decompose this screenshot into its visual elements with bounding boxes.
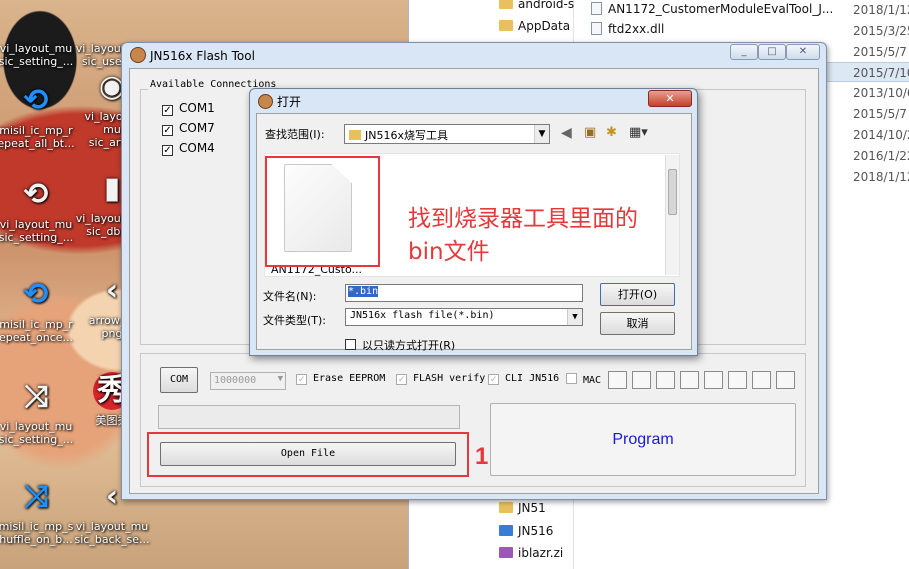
checkbox[interactable]: ✓ [162,105,173,116]
desktop-icon-9[interactable]: ⤨ vi_layout_mu sic_setting_... [0,378,78,446]
highlight-file [265,156,380,267]
repeat-once-icon: ⟲ [23,277,49,312]
filename-label: 文件名(N): [263,290,317,303]
folder-icon [499,20,513,31]
look-in-select[interactable]: JN516x烧写工具 ▼ [344,124,550,144]
new-folder-icon[interactable]: ✱ [606,125,617,140]
checkbox[interactable]: ✓ [488,374,499,385]
filename-input[interactable]: *.bin [345,284,583,302]
desktop-icon-1[interactable]: vi_layout_mu sic_setting_... [0,0,78,68]
checkbox[interactable]: ✓ [162,145,173,156]
app-icon [499,525,513,536]
tree-item[interactable]: android-s [499,0,574,11]
dialog-title: 打开 [258,93,301,110]
mac-option[interactable]: MAC [566,373,601,386]
tree-item[interactable]: iblazr.zi [499,546,563,560]
folder-icon [499,0,513,9]
look-in-label: 查找范围(I): [265,128,325,141]
filetype-label: 文件类型(T): [263,314,327,327]
repeat-icon: ⟲ [23,177,49,212]
scrollbar[interactable] [665,155,679,275]
checkbox[interactable]: ✓ [396,374,407,385]
chevron-down-icon: ▼ [534,125,549,143]
repeat-icon: ⟲ [23,83,49,118]
mac-byte-field[interactable] [680,371,699,389]
file-icon [17,0,55,38]
program-button[interactable]: Program [490,403,796,476]
checkbox[interactable] [345,339,356,350]
filetype-select[interactable]: JN516x flash file(*.bin) ▼ [345,308,583,326]
desktop-icon-11[interactable]: ⤨ misil_ic_mp_s huffle_on_b... [0,478,78,546]
highlight-open-file [147,432,469,477]
com-button[interactable]: COM [160,367,198,393]
date-cell: 2013/10/6 [853,86,909,100]
tree-item[interactable]: JN516 [499,524,553,538]
view-menu-icon[interactable]: ▦▾ [629,125,648,140]
open-button[interactable]: 打开(O) [600,283,675,306]
step-number-annotation: 1 [475,443,489,470]
tree-item[interactable]: JN51 [499,501,546,515]
cli-option[interactable]: ✓ CLI JN516 [488,373,559,385]
baud-select[interactable]: 1000000 ▼ [210,372,286,390]
connection-com7[interactable]: ✓ COM7 [162,121,215,136]
scrollbar-thumb[interactable] [668,169,677,215]
minimize-button[interactable]: _ [730,44,758,60]
mac-byte-field[interactable] [608,371,627,389]
app-icon [258,94,273,109]
chevron-down-icon: ▼ [277,374,283,384]
desktop-icon-7[interactable]: ⟲ misil_ic_mp_r epeat_once... [0,276,78,344]
mac-byte-field[interactable] [632,371,651,389]
file-icon [93,0,131,38]
mac-byte-field[interactable] [752,371,771,389]
flash-verify-option[interactable]: ✓ FLASH verify [396,373,485,385]
up-folder-icon[interactable]: ▣ [584,125,596,140]
shuffle-icon: ⤨ [24,379,48,414]
mac-byte-field[interactable] [656,371,675,389]
dll-icon [591,22,602,35]
date-cell: 2018/1/12 [853,170,909,184]
app-icon [130,47,146,63]
file-icon [591,2,602,15]
readonly-option[interactable]: 以只读方式打开(R) [345,337,455,353]
mac-byte-field[interactable] [776,371,795,389]
date-cell: 2015/5/7 [853,45,907,59]
window-title: JN516x Flash Tool [130,47,255,63]
mac-byte-field[interactable] [728,371,747,389]
date-cell: 2015/3/25 [853,24,909,38]
folder-icon [499,502,513,513]
desktop-icon-3[interactable]: ⟲ misil_ic_mp_r epeat_all_bt... [0,82,78,150]
checkbox[interactable]: ✓ [296,374,307,385]
connection-com4[interactable]: ✓ COM4 [162,141,215,156]
date-cell: 2015/5/7 [853,107,907,121]
archive-icon [499,547,513,558]
desktop-icon-5[interactable]: ⟲ vi_layout_mu sic_setting_... [0,176,78,244]
tree-item[interactable]: AppData [499,19,570,33]
progress-bar [158,405,460,429]
cancel-button[interactable]: 取消 [600,312,675,335]
shuffle-icon: ⤨ [24,479,48,514]
back-icon[interactable]: ◀ [561,125,572,141]
folder-icon [349,130,361,140]
date-cell: 2014/10/2 [853,128,909,142]
hint-annotation: 找到烧录器工具里面的 bin文件 [408,206,638,265]
mac-byte-field[interactable] [704,371,723,389]
connection-com1[interactable]: ✓ COM1 [162,101,215,116]
date-cell: 2015/7/10 [853,66,909,80]
maximize-button[interactable]: □ [758,44,786,60]
close-button[interactable]: ✕ [786,44,820,60]
date-cell: 2018/1/12 [853,3,909,17]
date-cell: 2016/1/22 [853,149,909,163]
erase-eeprom-option[interactable]: ✓ Erase EEPROM [296,373,385,385]
file-row[interactable]: AN1172_CustomerModuleEvalTool_J... [591,2,833,16]
checkbox[interactable]: ✓ [162,125,173,136]
file-row[interactable]: ftd2xx.dll [591,22,664,36]
close-button[interactable]: ✕ [648,90,692,107]
chevron-down-icon: ▼ [567,309,582,325]
checkbox[interactable] [566,373,577,384]
